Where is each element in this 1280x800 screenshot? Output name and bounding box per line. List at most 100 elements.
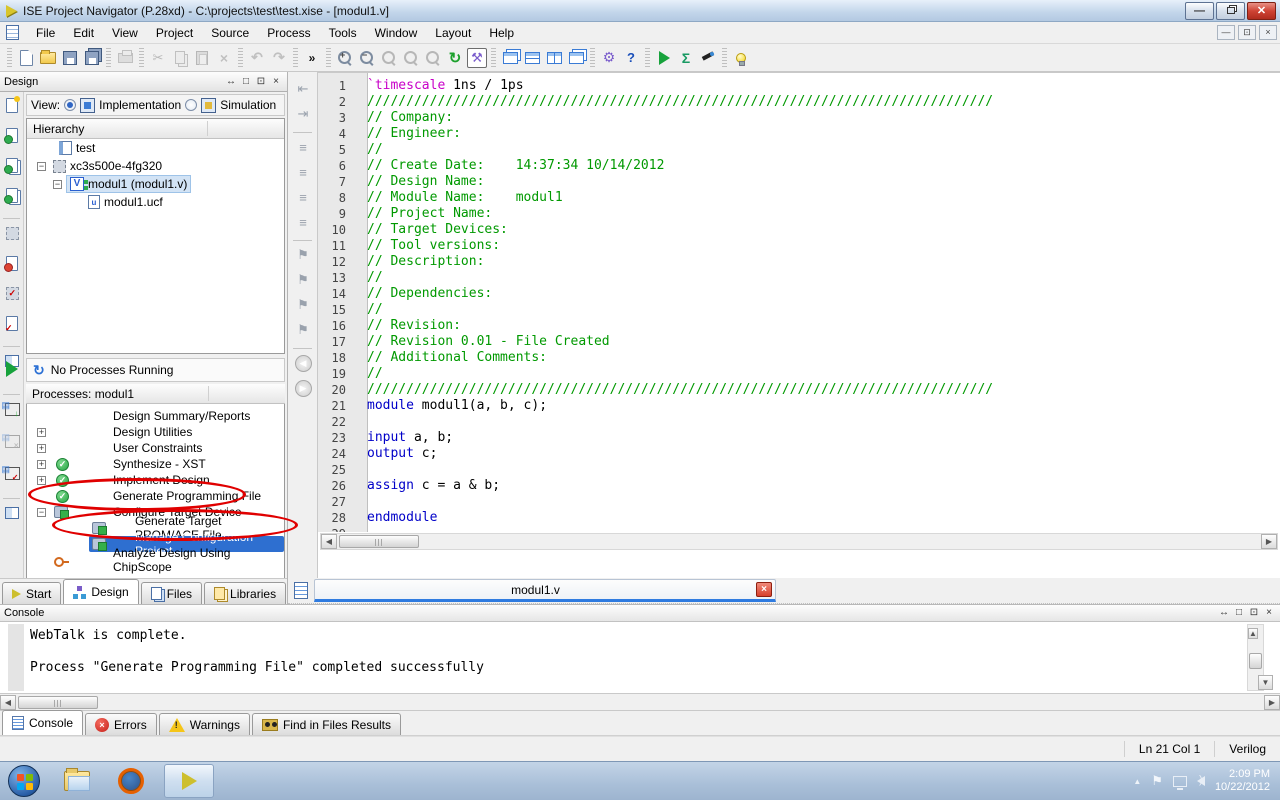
process-item-4[interactable]: +Synthesize - XST — [27, 456, 284, 472]
stop-process-icon[interactable] — [3, 432, 21, 450]
tree-expander-icon[interactable]: + — [37, 444, 46, 453]
panel-maximize-icon[interactable]: □ — [239, 75, 253, 89]
code-line[interactable]: 5// — [318, 142, 1280, 158]
open-file-icon[interactable] — [38, 48, 58, 68]
console-close-icon[interactable]: × — [1262, 606, 1276, 620]
code-line[interactable]: 27 — [318, 494, 1280, 510]
zoom-in-icon[interactable]: + — [335, 48, 355, 68]
menu-view[interactable]: View — [103, 23, 147, 43]
redo-icon[interactable]: ↷ — [269, 48, 289, 68]
editor-tab-modul1[interactable]: modul1.v × — [314, 579, 776, 602]
menu-source[interactable]: Source — [202, 23, 258, 43]
arrange-windows-icon[interactable] — [566, 48, 586, 68]
menu-window[interactable]: Window — [366, 23, 427, 43]
scrollbar-thumb[interactable] — [1249, 653, 1262, 669]
design-summary-sigma-icon[interactable]: Σ — [676, 48, 696, 68]
code-area[interactable]: 1`timescale 1ns / 1ps2//////////////////… — [318, 73, 1280, 532]
code-line[interactable]: 23input a, b; — [318, 430, 1280, 446]
menu-process[interactable]: Process — [258, 23, 319, 43]
code-line[interactable]: 9// Project Name: — [318, 206, 1280, 222]
hierarchy-item-3[interactable]: −Vmodul1 (modul1.v) — [27, 175, 284, 193]
tab-errors[interactable]: Errors — [85, 713, 157, 735]
menu-help[interactable]: Help — [480, 23, 523, 43]
tab-start[interactable]: Start — [2, 582, 61, 604]
hierarchy-header[interactable]: Hierarchy — [27, 119, 284, 139]
panel-float-icon[interactable]: ↔ — [224, 75, 238, 89]
tile-vertical-icon[interactable] — [544, 48, 564, 68]
add-source-icon[interactable] — [3, 156, 21, 174]
file-check-icon[interactable] — [3, 314, 21, 332]
remove-source-icon[interactable] — [3, 254, 21, 272]
tab-files[interactable]: Files — [141, 582, 202, 604]
bookmark-clear-icon[interactable]: ⚑ — [294, 321, 312, 339]
save-all-icon[interactable] — [82, 48, 102, 68]
console-maximize-icon[interactable]: □ — [1232, 606, 1246, 620]
print-icon[interactable] — [115, 48, 135, 68]
taskbar-explorer-button[interactable] — [60, 765, 94, 797]
zoom-out-icon[interactable]: − — [357, 48, 377, 68]
menu-edit[interactable]: Edit — [64, 23, 103, 43]
lightbulb-icon[interactable] — [731, 48, 751, 68]
tile-horizontal-icon[interactable] — [522, 48, 542, 68]
device-check-icon[interactable] — [3, 284, 21, 302]
scroll-right-icon[interactable]: ▶ — [1264, 695, 1280, 710]
bookmark-prev-icon[interactable]: ⚑ — [294, 296, 312, 314]
panel-restore-icon[interactable]: ⊡ — [254, 75, 268, 89]
process-item-5[interactable]: +Implement Design — [27, 472, 284, 488]
paste-icon[interactable] — [192, 48, 212, 68]
tab-console[interactable]: Console — [2, 710, 83, 735]
hierarchy-item-4[interactable]: umodul1.ucf — [27, 193, 284, 211]
undo-icon[interactable]: ↶ — [247, 48, 267, 68]
tab-find-in-files-results[interactable]: Find in Files Results — [252, 713, 401, 735]
menu-project[interactable]: Project — [147, 23, 202, 43]
scroll-up-icon[interactable]: ▲ — [1248, 628, 1258, 639]
taskbar-firefox-button[interactable] — [114, 765, 148, 797]
tree-expander-icon[interactable]: − — [37, 162, 46, 171]
close-button[interactable]: ✕ — [1247, 2, 1276, 20]
code-line[interactable]: 13// — [318, 270, 1280, 286]
scroll-down-icon[interactable]: ▼ — [1258, 675, 1273, 690]
editor-horizontal-scrollbar[interactable]: ◀ ▶ — [320, 533, 1278, 550]
process-item-3[interactable]: +User Constraints — [27, 440, 284, 456]
taskbar-ise-button[interactable] — [164, 764, 214, 798]
console-float-icon[interactable]: ↔ — [1217, 606, 1231, 620]
tab-warnings[interactable]: Warnings — [159, 713, 250, 735]
tree-expander-icon[interactable]: − — [53, 180, 62, 189]
line-numbers-c-icon[interactable]: ≡ — [294, 188, 312, 206]
tab-close-icon[interactable]: × — [756, 582, 772, 597]
network-icon[interactable] — [1173, 776, 1187, 787]
tree-expander-icon[interactable]: + — [37, 460, 46, 469]
code-line[interactable]: 14// Dependencies: — [318, 286, 1280, 302]
tree-expander-icon[interactable]: + — [37, 428, 46, 437]
menu-tools[interactable]: Tools — [320, 23, 366, 43]
process-item-6[interactable]: Generate Programming File — [27, 488, 284, 504]
console-output[interactable]: WebTalk is complete. Process "Generate P… — [0, 622, 1280, 694]
tray-expand-icon[interactable]: ▲ — [1133, 777, 1141, 786]
overflow-chevron-icon[interactable]: » — [302, 48, 322, 68]
code-line[interactable]: 2///////////////////////////////////////… — [318, 94, 1280, 110]
scroll-left-icon[interactable]: ◀ — [0, 695, 16, 710]
code-line[interactable]: 16// Revision: — [318, 318, 1280, 334]
tree-expander-icon[interactable]: − — [37, 508, 46, 517]
indent-right-icon[interactable]: ⇥ — [294, 105, 312, 123]
code-line[interactable]: 19// — [318, 366, 1280, 382]
code-line[interactable]: 10// Target Devices: — [318, 222, 1280, 238]
code-line[interactable]: 6// Create Date: 14:37:34 10/14/2012 — [318, 158, 1280, 174]
code-line[interactable]: 3// Company: — [318, 110, 1280, 126]
line-numbers-a-icon[interactable]: ≡ — [294, 138, 312, 156]
code-line[interactable]: 18// Additional Comments: — [318, 350, 1280, 366]
copy-icon[interactable] — [170, 48, 190, 68]
console-restore-icon[interactable]: ⊡ — [1247, 606, 1261, 620]
code-line[interactable]: 20//////////////////////////////////////… — [318, 382, 1280, 398]
mdi-close-button[interactable]: × — [1259, 25, 1277, 40]
code-line[interactable]: 28endmodule — [318, 510, 1280, 526]
process-item-2[interactable]: +Design Utilities — [27, 424, 284, 440]
settings-wrench-icon[interactable]: ⚙ — [599, 48, 619, 68]
tab-design[interactable]: Design — [63, 579, 138, 604]
simulation-radio[interactable] — [185, 99, 197, 111]
context-help-icon[interactable]: ? — [621, 48, 641, 68]
run-process-icon[interactable] — [654, 48, 674, 68]
code-line[interactable]: 24output c; — [318, 446, 1280, 462]
cut-icon[interactable]: ✂ — [148, 48, 168, 68]
run-highlighted-process-icon[interactable] — [3, 360, 21, 378]
